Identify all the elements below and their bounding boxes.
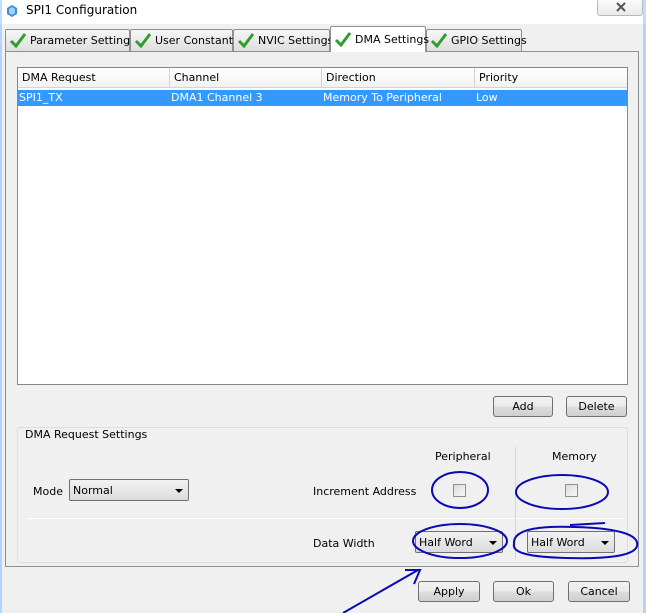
table-row[interactable]: SPI1_TX DMA1 Channel 3 Memory To Periphe… bbox=[18, 90, 627, 106]
column-header-priority[interactable]: Priority bbox=[475, 68, 627, 88]
mode-select[interactable]: Normal bbox=[69, 479, 189, 501]
chevron-down-icon bbox=[601, 541, 609, 545]
tab-user-constants[interactable]: User Constants bbox=[130, 29, 239, 51]
close-icon bbox=[616, 2, 626, 12]
column-header-dma-request[interactable]: DMA Request bbox=[18, 68, 170, 88]
cell-channel: DMA1 Channel 3 bbox=[171, 91, 263, 104]
separator-horizontal bbox=[27, 518, 624, 519]
column-header-direction[interactable]: Direction bbox=[322, 68, 475, 88]
increment-address-label: Increment Address bbox=[313, 485, 417, 498]
tab-label: Parameter Settings bbox=[30, 34, 136, 47]
check-icon bbox=[134, 32, 152, 48]
close-button[interactable] bbox=[597, 0, 643, 16]
ok-button[interactable]: Ok bbox=[493, 581, 554, 602]
tab-label: DMA Settings bbox=[355, 33, 430, 46]
window-title: SPI1 Configuration bbox=[26, 3, 138, 17]
tab-label: User Constants bbox=[155, 34, 239, 47]
memory-data-width-select[interactable]: Half Word bbox=[527, 531, 615, 553]
check-icon bbox=[430, 32, 448, 48]
tab-label: GPIO Settings bbox=[451, 34, 527, 47]
mode-label: Mode bbox=[33, 485, 63, 498]
cell-priority: Low bbox=[476, 91, 498, 104]
cancel-button[interactable]: Cancel bbox=[568, 581, 630, 602]
add-button[interactable]: Add bbox=[493, 396, 553, 417]
tab-parameter-settings[interactable]: Parameter Settings bbox=[5, 29, 136, 51]
peripheral-increment-checkbox[interactable] bbox=[453, 484, 466, 497]
window-edge-left bbox=[0, 0, 2, 613]
peripheral-data-width-select[interactable]: Half Word bbox=[415, 531, 503, 553]
separator-vertical bbox=[515, 447, 516, 559]
annotation-arrow bbox=[342, 569, 422, 613]
chevron-down-icon bbox=[175, 489, 183, 493]
group-legend: DMA Request Settings bbox=[22, 428, 151, 441]
tab-nvic-settings[interactable]: NVIC Settings bbox=[233, 29, 334, 51]
column-header-channel[interactable]: Channel bbox=[170, 68, 322, 88]
mode-select-value: Normal bbox=[73, 484, 113, 497]
cell-direction: Memory To Peripheral bbox=[323, 91, 442, 104]
data-width-label: Data Width bbox=[313, 537, 375, 550]
memory-data-width-value: Half Word bbox=[531, 536, 585, 549]
delete-button[interactable]: Delete bbox=[566, 396, 627, 417]
memory-header: Memory bbox=[552, 450, 597, 463]
check-icon bbox=[334, 31, 352, 47]
tab-gpio-settings[interactable]: GPIO Settings bbox=[426, 29, 527, 51]
memory-increment-checkbox[interactable] bbox=[565, 484, 578, 497]
check-icon bbox=[9, 32, 27, 48]
dma-request-table[interactable]: DMA Request Channel Direction Priority S… bbox=[17, 67, 628, 385]
peripheral-header: Peripheral bbox=[435, 450, 491, 463]
tab-dma-settings[interactable]: DMA Settings bbox=[330, 26, 430, 52]
check-icon bbox=[237, 32, 255, 48]
app-icon bbox=[6, 5, 18, 17]
tab-label: NVIC Settings bbox=[258, 34, 334, 47]
peripheral-data-width-value: Half Word bbox=[419, 536, 473, 549]
chevron-down-icon bbox=[489, 541, 497, 545]
cell-dma-request: SPI1_TX bbox=[19, 91, 63, 104]
apply-button[interactable]: Apply bbox=[418, 581, 480, 602]
